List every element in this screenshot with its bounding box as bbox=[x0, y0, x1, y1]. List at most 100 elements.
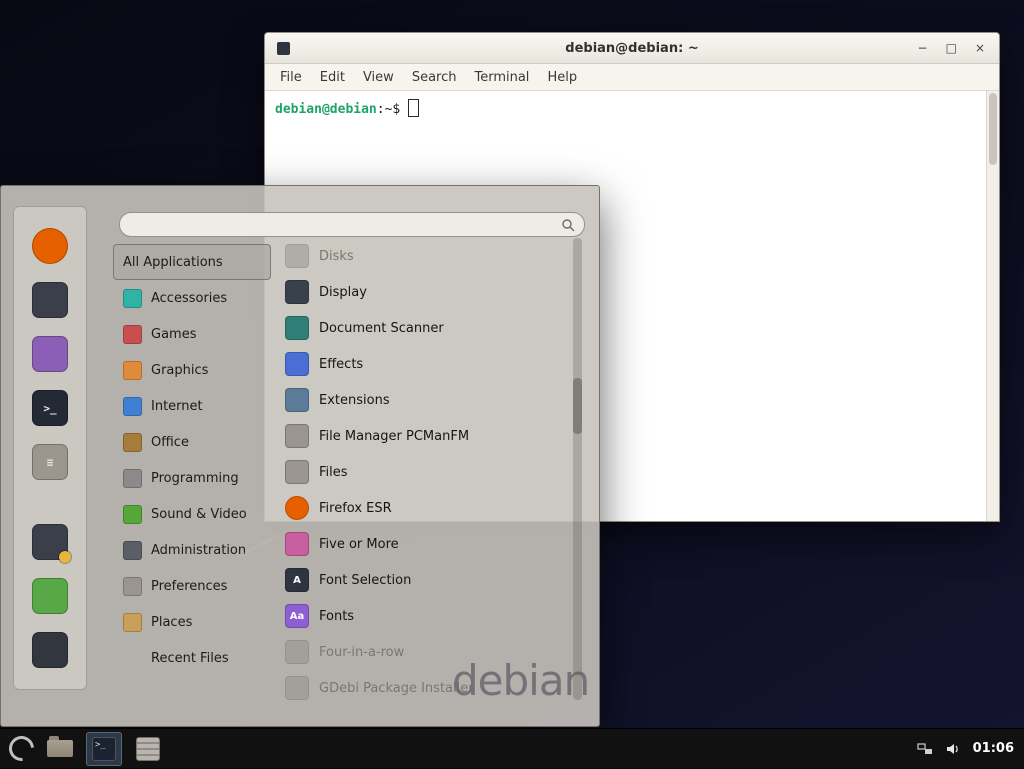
cinnamon-logo-icon bbox=[3, 731, 38, 766]
terminal-cursor bbox=[408, 99, 419, 117]
favorite-terminal[interactable]: >_ bbox=[29, 387, 71, 429]
category-label: Sound & Video bbox=[151, 507, 247, 522]
app-label: GDebi Package Installer bbox=[319, 681, 474, 696]
app-list-scrollbar-thumb[interactable] bbox=[573, 378, 582, 434]
fonts-glyph: Aa bbox=[290, 611, 305, 622]
effects-icon bbox=[285, 352, 309, 376]
category-places[interactable]: Places bbox=[113, 604, 271, 640]
category-label: Office bbox=[151, 435, 189, 450]
category-label: Preferences bbox=[151, 579, 227, 594]
category-all-applications[interactable]: All Applications bbox=[113, 244, 271, 280]
category-accessories[interactable]: Accessories bbox=[113, 280, 271, 316]
app-list-scrollbar[interactable] bbox=[573, 238, 582, 700]
app-label: Effects bbox=[319, 357, 363, 372]
favorite-logout[interactable] bbox=[29, 575, 71, 617]
close-button[interactable]: × bbox=[975, 42, 985, 54]
firefox-esr-icon bbox=[285, 496, 309, 520]
app-firefox-esr[interactable]: Firefox ESR bbox=[279, 490, 569, 526]
search-box[interactable] bbox=[119, 212, 585, 237]
five-or-more-icon bbox=[285, 532, 309, 556]
menu-button[interactable] bbox=[0, 729, 42, 769]
category-programming-icon bbox=[123, 469, 142, 488]
category-preferences[interactable]: Preferences bbox=[113, 568, 271, 604]
fonts-icon: Aa bbox=[285, 604, 309, 628]
favorite-screensaver[interactable] bbox=[29, 521, 71, 563]
category-label: All Applications bbox=[123, 255, 223, 270]
font-selection-icon: A bbox=[285, 568, 309, 592]
app-four-in-a-row[interactable]: Four-in-a-row bbox=[279, 634, 569, 670]
category-graphics[interactable]: Graphics bbox=[113, 352, 271, 388]
app-effects[interactable]: Effects bbox=[279, 346, 569, 382]
menubar-item-search[interactable]: Search bbox=[403, 70, 466, 85]
category-games-icon bbox=[123, 325, 142, 344]
screensaver-badge-icon bbox=[59, 551, 71, 563]
favorite-software[interactable] bbox=[29, 279, 71, 321]
system-tray: 01:06 bbox=[917, 741, 1024, 757]
app-document-scanner[interactable]: Document Scanner bbox=[279, 310, 569, 346]
display-icon bbox=[285, 280, 309, 304]
files-icon bbox=[285, 460, 309, 484]
terminal-scrollbar[interactable] bbox=[986, 91, 999, 521]
category-administration-icon bbox=[123, 541, 142, 560]
category-administration[interactable]: Administration bbox=[113, 532, 271, 568]
favorite-mascot[interactable] bbox=[29, 333, 71, 375]
category-programming[interactable]: Programming bbox=[113, 460, 271, 496]
terminal-icon bbox=[92, 737, 116, 761]
app-five-or-more[interactable]: Five or More bbox=[279, 526, 569, 562]
app-file-manager-pcmanfm[interactable]: File Manager PCManFM bbox=[279, 418, 569, 454]
category-preferences-icon bbox=[123, 577, 142, 596]
file-manager-pcmanfm-icon bbox=[285, 424, 309, 448]
app-font-selection[interactable]: A Font Selection bbox=[279, 562, 569, 598]
favorite-firefox[interactable] bbox=[29, 225, 71, 267]
app-disks[interactable]: Disks bbox=[279, 238, 569, 274]
menubar-item-file[interactable]: File bbox=[271, 70, 311, 85]
volume-icon[interactable] bbox=[945, 741, 961, 757]
taskbar-files-window[interactable] bbox=[130, 732, 166, 766]
terminal-menubar: FileEditViewSearchTerminalHelp bbox=[265, 64, 999, 91]
app-files[interactable]: Files bbox=[279, 454, 569, 490]
app-label: Firefox ESR bbox=[319, 501, 392, 516]
taskbar-terminal-window[interactable] bbox=[86, 732, 122, 766]
maximize-button[interactable]: □ bbox=[946, 42, 957, 54]
network-icon[interactable] bbox=[917, 741, 933, 757]
app-label: Four-in-a-row bbox=[319, 645, 404, 660]
app-list: DisksDisplayDocument Scanner Effects Exten… bbox=[279, 238, 569, 706]
file-manager-glyph: ≡ bbox=[47, 456, 54, 469]
search-input[interactable] bbox=[129, 216, 561, 233]
mascot-icon bbox=[32, 336, 68, 372]
category-games[interactable]: Games bbox=[113, 316, 271, 352]
category-office-icon bbox=[123, 433, 142, 452]
category-label: Graphics bbox=[151, 363, 208, 378]
menubar-item-edit[interactable]: Edit bbox=[311, 70, 354, 85]
terminal-prompt-line: debian@debian:~$ bbox=[275, 102, 419, 117]
category-label: Recent Files bbox=[151, 651, 229, 666]
terminal-scrollbar-thumb[interactable] bbox=[989, 93, 997, 165]
menubar-item-help[interactable]: Help bbox=[538, 70, 586, 85]
terminal-titlebar[interactable]: debian@debian: ~ − □ × bbox=[265, 33, 999, 64]
app-extensions[interactable]: Extensions bbox=[279, 382, 569, 418]
file-manager-launcher[interactable] bbox=[42, 729, 78, 769]
favorite-file-manager[interactable]: ≡ bbox=[29, 441, 71, 483]
category-office[interactable]: Office bbox=[113, 424, 271, 460]
category-label: Programming bbox=[151, 471, 239, 486]
app-gdebi-package-installer[interactable]: GDebi Package Installer bbox=[279, 670, 569, 706]
app-label: Font Selection bbox=[319, 573, 411, 588]
files-icon bbox=[136, 737, 160, 761]
software-icon bbox=[32, 282, 68, 318]
menubar-item-view[interactable]: View bbox=[354, 70, 403, 85]
app-display[interactable]: Display bbox=[279, 274, 569, 310]
favorite-power[interactable] bbox=[29, 629, 71, 671]
app-label: Fonts bbox=[319, 609, 354, 624]
category-internet-icon bbox=[123, 397, 142, 416]
minimize-button[interactable]: − bbox=[918, 42, 928, 54]
category-sound-video[interactable]: Sound & Video bbox=[113, 496, 271, 532]
menubar-item-terminal[interactable]: Terminal bbox=[465, 70, 538, 85]
extensions-icon bbox=[285, 388, 309, 412]
clock[interactable]: 01:06 bbox=[973, 741, 1014, 756]
category-label: Games bbox=[151, 327, 196, 342]
terminal-window-icon bbox=[277, 42, 290, 55]
terminal-glyph: >_ bbox=[43, 402, 56, 415]
category-internet[interactable]: Internet bbox=[113, 388, 271, 424]
app-fonts[interactable]: Aa Fonts bbox=[279, 598, 569, 634]
category-recent-files[interactable]: Recent Files bbox=[113, 640, 271, 676]
